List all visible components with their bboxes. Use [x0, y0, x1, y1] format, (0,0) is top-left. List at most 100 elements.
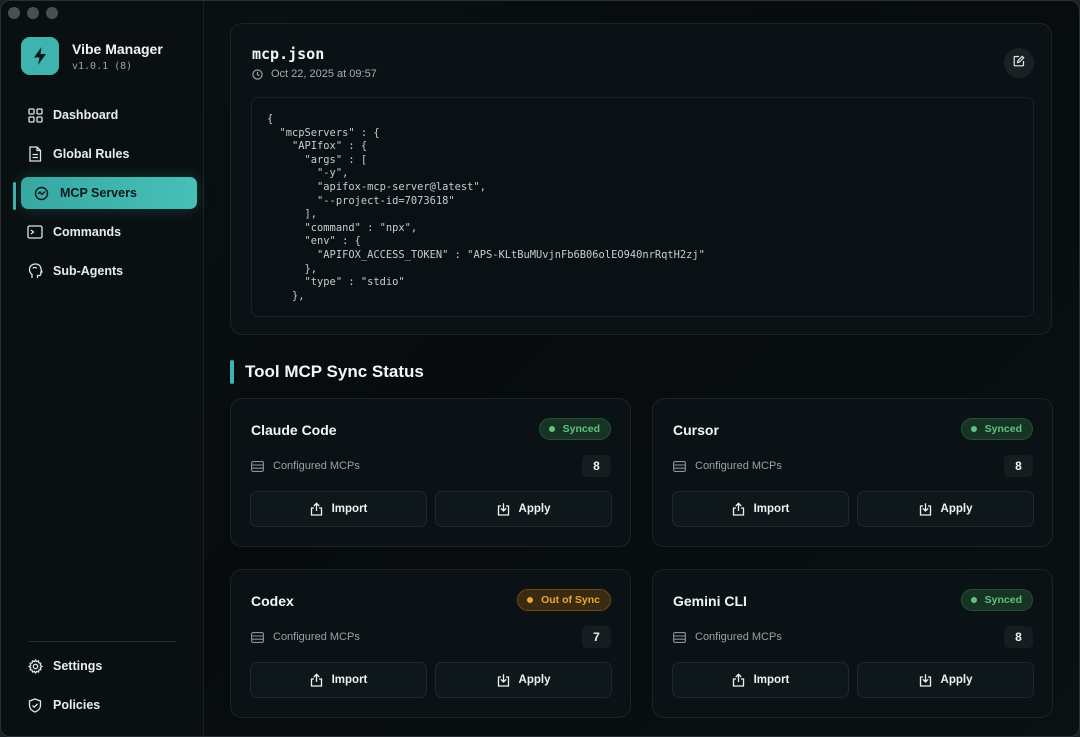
shield-icon	[27, 697, 43, 713]
zoom-window-button[interactable]	[46, 7, 58, 19]
minimize-window-button[interactable]	[27, 7, 39, 19]
sidebar-item-global-rules[interactable]: Global Rules	[21, 138, 197, 170]
app-version: v1.0.1 (8)	[72, 61, 133, 72]
status-text: Synced	[562, 423, 600, 435]
download-icon	[919, 673, 932, 687]
status-dot	[970, 597, 977, 603]
app-name: Vibe Manager	[72, 41, 163, 57]
sidebar-item-label: Settings	[53, 659, 103, 673]
import-button[interactable]: Import	[250, 662, 427, 698]
brand: Vibe Manager v1.0.1 (8)	[21, 37, 163, 75]
import-label: Import	[753, 674, 790, 686]
sidebar-item-commands[interactable]: Commands	[21, 216, 197, 248]
active-indicator	[13, 182, 16, 210]
sidebar: Vibe Manager v1.0.1 (8) Dashboard Global…	[1, 1, 204, 736]
import-button[interactable]: Import	[250, 491, 427, 527]
import-button[interactable]: Import	[672, 491, 849, 527]
file-modified: Oct 22, 2025 at 09:57	[252, 68, 377, 80]
download-icon	[497, 502, 510, 516]
tool-name: Codex	[251, 593, 294, 609]
status-dot	[527, 597, 534, 603]
sidebar-divider	[28, 641, 177, 642]
status-text: Out of Sync	[541, 594, 600, 606]
tool-card-claude-code: Claude Code Synced Configured MCPs 8 Imp…	[230, 398, 631, 547]
import-label: Import	[753, 503, 790, 515]
apply-button[interactable]: Apply	[435, 662, 612, 698]
configured-mcps: Configured MCPs	[251, 631, 360, 643]
status-badge: Synced	[538, 418, 611, 440]
status-dot	[548, 426, 555, 432]
sidebar-item-label: Commands	[53, 225, 122, 239]
upload-icon	[732, 502, 745, 516]
apply-button[interactable]: Apply	[857, 662, 1034, 698]
file-modified-text: Oct 22, 2025 at 09:57	[271, 68, 377, 80]
tool-name: Claude Code	[251, 422, 337, 438]
head-icon	[27, 263, 43, 279]
server-icon	[251, 460, 264, 472]
sidebar-item-label: Global Rules	[53, 147, 130, 161]
download-icon	[919, 502, 932, 516]
tool-card-gemini-cli: Gemini CLI Synced Configured MCPs 8 Impo…	[652, 569, 1053, 718]
sidebar-item-label: MCP Servers	[60, 186, 137, 200]
upload-icon	[310, 502, 323, 516]
lightning-icon	[21, 37, 59, 75]
mcp-count: 8	[1004, 455, 1033, 477]
tool-name: Cursor	[673, 422, 719, 438]
sidebar-item-dashboard[interactable]: Dashboard	[21, 99, 197, 131]
apply-label: Apply	[518, 503, 551, 515]
sidebar-item-label: Policies	[53, 698, 101, 712]
status-text: Synced	[984, 594, 1022, 606]
mcp-count: 7	[582, 626, 611, 648]
sidebar-item-sub-agents[interactable]: Sub-Agents	[21, 255, 197, 287]
window-controls	[8, 7, 58, 19]
status-badge: Synced	[960, 418, 1033, 440]
import-button[interactable]: Import	[672, 662, 849, 698]
mcp-count: 8	[1004, 626, 1033, 648]
json-editor[interactable]: { "mcpServers" : { "APIfox" : { "args" :…	[251, 97, 1034, 317]
tool-card-codex: Codex Out of Sync Configured MCPs 7 Impo…	[230, 569, 631, 718]
configured-mcps-label: Configured MCPs	[695, 460, 782, 472]
sidebar-item-label: Dashboard	[53, 108, 119, 122]
server-icon	[673, 460, 686, 472]
terminal-icon	[27, 224, 43, 240]
mcp-icon	[33, 185, 49, 201]
apply-label: Apply	[940, 674, 973, 686]
dashboard-icon	[27, 107, 43, 123]
edit-icon	[1013, 54, 1025, 72]
apply-button[interactable]: Apply	[435, 491, 612, 527]
sidebar-item-settings[interactable]: Settings	[21, 650, 197, 682]
sidebar-nav: Dashboard Global Rules MCP Servers Comma…	[21, 99, 197, 294]
json-content: { "mcpServers" : { "APIfox" : { "args" :…	[267, 113, 705, 302]
apply-button[interactable]: Apply	[857, 491, 1034, 527]
gear-icon	[27, 658, 43, 674]
sidebar-item-policies[interactable]: Policies	[21, 689, 197, 721]
sidebar-item-label: Sub-Agents	[53, 264, 124, 278]
configured-mcps: Configured MCPs	[673, 631, 782, 643]
upload-icon	[310, 673, 323, 687]
sync-section-heading: Tool MCP Sync Status	[230, 360, 424, 384]
apply-label: Apply	[940, 503, 973, 515]
configured-mcps-label: Configured MCPs	[695, 631, 782, 643]
document-icon	[27, 146, 43, 162]
edit-file-button[interactable]	[1004, 48, 1034, 78]
configured-mcps-label: Configured MCPs	[273, 631, 360, 643]
tool-card-cursor: Cursor Synced Configured MCPs 8 Import A…	[652, 398, 1053, 547]
sidebar-item-mcp-servers[interactable]: MCP Servers	[21, 177, 197, 209]
main-content: mcp.json Oct 22, 2025 at 09:57 { "mcpSer…	[204, 1, 1079, 736]
upload-icon	[732, 673, 745, 687]
server-icon	[251, 631, 264, 643]
configured-mcps: Configured MCPs	[251, 460, 360, 472]
section-accent	[230, 360, 234, 384]
import-label: Import	[331, 674, 368, 686]
status-dot	[970, 426, 977, 432]
sidebar-bottom-nav: Settings Policies	[21, 650, 197, 728]
tool-name: Gemini CLI	[673, 593, 747, 609]
sync-section-title: Tool MCP Sync Status	[245, 362, 424, 381]
clock-icon	[252, 68, 263, 80]
config-file-card: mcp.json Oct 22, 2025 at 09:57 { "mcpSer…	[230, 23, 1052, 335]
app-window: Vibe Manager v1.0.1 (8) Dashboard Global…	[0, 0, 1080, 737]
import-label: Import	[331, 503, 368, 515]
status-badge: Out of Sync	[517, 589, 611, 611]
close-window-button[interactable]	[8, 7, 20, 19]
configured-mcps-label: Configured MCPs	[273, 460, 360, 472]
